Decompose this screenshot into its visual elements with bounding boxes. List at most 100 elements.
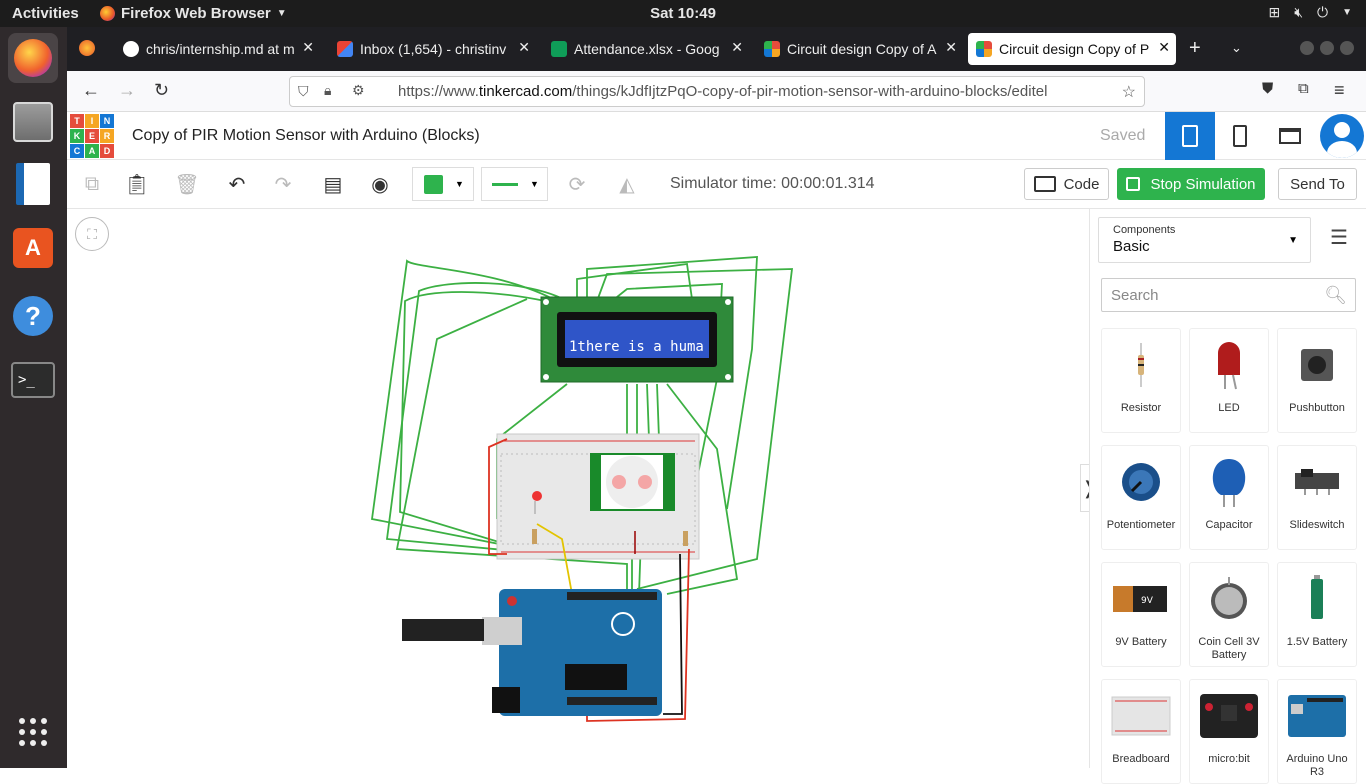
tinkercad-header: TIN KER CAD Copy of PIR Motion Sensor wi…	[67, 112, 1366, 160]
dock-writer[interactable]	[8, 159, 58, 209]
notes-button[interactable]: ▤	[316, 168, 350, 200]
tab-circuit-active[interactable]: Circuit design Copy of P ✕	[968, 33, 1176, 65]
permissions-icon[interactable]: ⚙	[352, 82, 365, 99]
component-slideswitch[interactable]: Slideswitch	[1277, 445, 1357, 550]
dropdown-label: Components	[1113, 224, 1176, 236]
component-microbit[interactable]: micro:bit	[1189, 679, 1269, 784]
component-potentiometer[interactable]: Potentiometer	[1101, 445, 1181, 550]
component-resistor[interactable]: Resistor	[1101, 328, 1181, 433]
user-avatar[interactable]	[1317, 112, 1366, 160]
component-name: Pushbutton	[1289, 402, 1345, 414]
activities-button[interactable]: Activities	[12, 5, 79, 22]
bookmark-star-icon[interactable]: ☆	[1122, 82, 1136, 102]
url-prefix: https://www.	[398, 83, 479, 100]
pocket-icon[interactable]: ⛊	[1262, 80, 1273, 97]
trash-icon: 🗑︎	[174, 173, 200, 196]
rotate-icon: ⟳	[568, 173, 586, 196]
dock-help[interactable]: ?	[8, 291, 58, 341]
copy-button[interactable]: ⧉	[75, 168, 109, 200]
maximize-icon[interactable]	[1320, 41, 1334, 55]
component-pushbutton[interactable]: Pushbutton	[1277, 328, 1357, 433]
window-controls[interactable]	[1300, 41, 1354, 55]
component-1-5v-battery[interactable]: 1.5V Battery	[1277, 562, 1357, 667]
wire-color-picker[interactable]: ▼	[412, 167, 474, 201]
list-tabs-button[interactable]: ⌄	[1231, 40, 1242, 56]
color-swatch	[424, 174, 443, 194]
coin-cell-icon	[1199, 571, 1259, 626]
code-label: Code	[1063, 175, 1100, 193]
firefox-icon	[14, 39, 52, 77]
schematic-view-button[interactable]	[1215, 112, 1265, 160]
lock-icon[interactable]: 🔒︎	[324, 82, 331, 99]
close-icon[interactable]: ✕	[945, 39, 957, 56]
close-icon[interactable]: ✕	[1158, 39, 1170, 56]
delete-button[interactable]: 🗑︎	[170, 168, 204, 200]
undo-button[interactable]: ↶	[220, 168, 254, 200]
redo-button[interactable]: ↷	[266, 168, 300, 200]
firefox-view-icon[interactable]	[79, 40, 95, 56]
url-bar[interactable]: ⛉ 🔒︎ ⚙ https://www. tinkercad.com /thing…	[289, 76, 1145, 107]
resistor[interactable]	[683, 531, 688, 546]
close-window-icon[interactable]	[1340, 41, 1354, 55]
list-view-icon[interactable]: ☰	[1330, 225, 1348, 250]
dock-terminal[interactable]: >_	[8, 355, 58, 405]
wire-type-picker[interactable]: ▼	[481, 167, 548, 201]
send-to-button[interactable]: Send To	[1278, 168, 1357, 200]
tab-gmail[interactable]: Inbox (1,654) - christinv ✕	[329, 33, 536, 65]
flip-button[interactable]: ◭	[610, 168, 644, 200]
component-list-view-button[interactable]	[1265, 112, 1315, 160]
battery-9v-icon: 9V	[1111, 571, 1171, 626]
component-name: Coin Cell 3V Battery	[1198, 636, 1260, 661]
show-apps-button[interactable]	[8, 707, 58, 757]
notes-visibility-button[interactable]: ◉	[363, 168, 397, 200]
tab-github[interactable]: chris/internship.md at m ✕	[115, 33, 320, 65]
circuit-view-button[interactable]	[1165, 112, 1215, 160]
component-arduino-uno[interactable]: Arduino Uno R3	[1277, 679, 1357, 784]
breadboard-icon	[1111, 688, 1171, 743]
close-icon[interactable]: ✕	[518, 39, 530, 56]
menu-icon[interactable]: ≡	[1334, 80, 1345, 101]
components-dropdown[interactable]: Components Basic ▼	[1098, 217, 1311, 263]
dock-firefox[interactable]	[8, 33, 58, 83]
tab-circuit-a[interactable]: Circuit design Copy of A ✕	[756, 33, 963, 65]
shield-icon[interactable]: ⛉	[298, 83, 309, 100]
arduino-uno[interactable]	[402, 589, 662, 716]
back-icon[interactable]: ←	[82, 80, 100, 101]
forward-icon[interactable]: →	[118, 80, 136, 101]
resistor-icon	[1111, 337, 1171, 392]
reload-icon[interactable]: ↻	[154, 80, 169, 101]
dock-software[interactable]: A	[8, 223, 58, 273]
microbit-icon	[1199, 688, 1259, 743]
chevron-down-icon: ▼	[276, 8, 287, 19]
new-tab-button[interactable]: +	[1189, 37, 1201, 60]
stop-icon	[1126, 177, 1141, 191]
close-icon[interactable]: ✕	[302, 39, 314, 56]
search-input[interactable]: Search 🔍︎	[1101, 278, 1356, 312]
app-menu[interactable]: Firefox Web Browser ▼	[100, 5, 287, 22]
table-icon	[1279, 128, 1301, 144]
paste-button[interactable]: 📋︎	[120, 168, 154, 200]
component-capacitor[interactable]: Capacitor	[1189, 445, 1269, 550]
stop-simulation-button[interactable]: Stop Simulation	[1117, 168, 1265, 200]
project-title[interactable]: Copy of PIR Motion Sensor with Arduino (…	[132, 127, 480, 145]
resistor[interactable]	[532, 529, 537, 544]
system-tray[interactable]: ⊞ 🔇︎ ⏻ ▼	[1268, 4, 1352, 21]
close-icon[interactable]: ✕	[731, 39, 743, 56]
lcd-display[interactable]: 1there is a huma	[540, 296, 734, 383]
component-led[interactable]: LED	[1189, 328, 1269, 433]
components-grid: Resistor LED Pushbutton Potentiometer Ca…	[1101, 328, 1361, 784]
pir-sensor[interactable]	[590, 453, 675, 511]
tab-sheets[interactable]: Attendance.xlsx - Goog ✕	[543, 33, 749, 65]
code-button[interactable]: Code	[1024, 168, 1109, 200]
minimize-icon[interactable]	[1300, 41, 1314, 55]
component-coin-cell[interactable]: Coin Cell 3V Battery	[1189, 562, 1269, 667]
component-9v-battery[interactable]: 9V 9V Battery	[1101, 562, 1181, 667]
stop-label: Stop Simulation	[1150, 175, 1256, 193]
dock-files[interactable]	[8, 97, 58, 147]
component-breadboard[interactable]: Breadboard	[1101, 679, 1181, 784]
circuit-diagram[interactable]: 1there is a huma	[67, 209, 1089, 768]
extensions-icon[interactable]: ⧉	[1298, 80, 1309, 97]
tinkercad-logo[interactable]: TIN KER CAD	[70, 114, 114, 158]
rotate-button[interactable]: ⟳	[560, 168, 594, 200]
circuit-canvas[interactable]: ⛶ 1there is a huma	[67, 209, 1089, 768]
